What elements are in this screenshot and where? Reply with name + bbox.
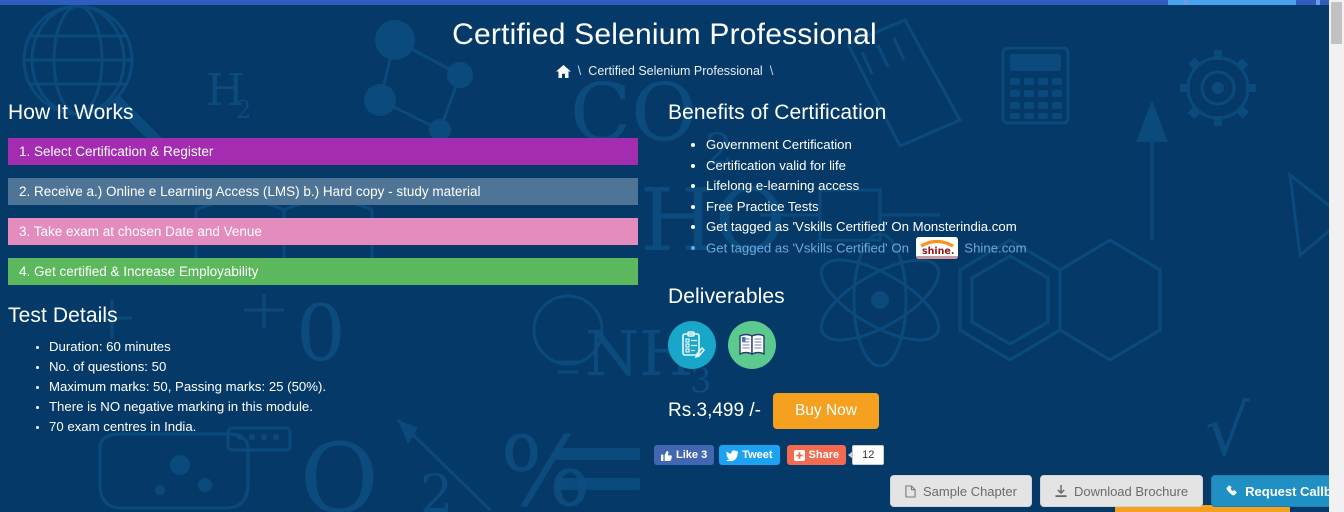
thumbs-up-icon [661,450,672,461]
list-item: Free Practice Tests [706,197,1268,218]
breadcrumb: \ Certified Selenium Professional \ [0,63,1329,78]
open-book-icon[interactable] [728,321,776,369]
page-load-progress-track [0,0,1329,5]
shine-link-prefix: Get tagged as 'Vskills Certified' On [706,239,909,255]
price-row: Rs.3,499 /- Buy Now [668,393,1228,429]
download-brochure-button[interactable]: Download Brochure [1039,475,1204,507]
bottom-action-bar: Sample Chapter Download Brochure Request… [890,475,1344,507]
twitter-tweet-label: Tweet [742,449,773,461]
vertical-scrollbar-track[interactable] [1329,0,1344,512]
vertical-scrollbar-thumb[interactable] [1331,2,1342,44]
sample-chapter-button[interactable]: Sample Chapter [890,475,1032,507]
benefits-list: Government Certification Certification v… [668,135,1268,260]
list-item: Get tagged as 'Vskills Certified' On Mon… [706,217,1268,238]
sample-chapter-label: Sample Chapter [923,483,1017,499]
progress-tick [1184,0,1188,5]
how-it-works-step-3[interactable]: 3. Take exam at chosen Date and Venue [8,218,638,245]
svg-text:shine.: shine. [922,246,955,257]
list-item: Duration: 60 minutes [49,337,628,357]
main-content: Certified Selenium Professional \ Certif… [0,0,1344,512]
phone-icon [1226,485,1238,497]
deliverables-section: Deliverables Rs.3,499 /- Buy Now [668,285,1228,429]
benefits-section: Benefits of Certification Government Cer… [668,101,1268,260]
download-icon [1055,484,1067,498]
plus-square-icon [793,449,805,461]
share-count-badge: 12 [848,445,885,465]
list-item: Lifelong e-learning access [706,176,1268,197]
how-it-works-section: How It Works 1. Select Certification & R… [8,101,638,298]
benefits-heading: Benefits of Certification [668,101,887,124]
test-details-section: Test Details Duration: 60 minutes No. of… [8,304,628,437]
file-icon [905,484,916,498]
buy-now-button[interactable]: Buy Now [772,393,879,429]
how-it-works-step-4[interactable]: 4. Get certified & Increase Employabilit… [8,258,638,285]
breadcrumb-separator-2: \ [769,63,774,78]
list-item: Certification valid for life [706,156,1268,177]
list-item: Government Certification [706,135,1268,156]
request-callback-button[interactable]: Request Callback! [1211,475,1344,507]
list-item-shine-link[interactable]: Get tagged as 'Vskills Certified' On shi… [706,236,1268,260]
clipboard-checklist-icon[interactable] [668,321,716,369]
how-it-works-heading: How It Works [8,101,134,124]
share-label: Share [808,449,840,461]
home-icon[interactable] [555,65,571,78]
page-title: Certified Selenium Professional [452,18,877,51]
deliverables-heading: Deliverables [668,285,785,308]
shine-logo-badge: shine. [915,236,958,259]
twitter-bird-icon [726,449,740,461]
shine-link-suffix: Shine.com [964,239,1027,255]
breadcrumb-current: Certified Selenium Professional [588,63,763,78]
facebook-like-label: Like 3 [676,449,708,461]
breadcrumb-separator: \ [577,63,582,78]
deliverables-icon-group [668,321,1228,369]
download-brochure-label: Download Brochure [1073,483,1189,499]
share-button[interactable]: Share [786,445,847,465]
progress-tick [1316,0,1320,5]
list-item: 70 exam centres in India. [49,417,628,437]
page-root: H 2 NH 3 0 CO 2 HO O 2 % √ Certified Sel… [0,0,1344,512]
price-label: Rs.3,499 /- [668,400,761,421]
social-share-row: Like 3 Tweet Share 12 [654,445,885,465]
how-it-works-step-1[interactable]: 1. Select Certification & Register [8,138,638,165]
list-item: Maximum marks: 50, Passing marks: 25 (50… [49,377,628,397]
test-details-heading: Test Details [8,304,118,327]
list-item: There is NO negative marking in this mod… [49,397,628,417]
test-details-list: Duration: 60 minutes No. of questions: 5… [8,337,628,437]
list-item: No. of questions: 50 [49,357,628,377]
twitter-tweet-button[interactable]: Tweet [719,445,780,465]
how-it-works-step-2[interactable]: 2. Receive a.) Online e Learning Access … [8,178,638,205]
facebook-like-button[interactable]: Like 3 [654,445,715,465]
